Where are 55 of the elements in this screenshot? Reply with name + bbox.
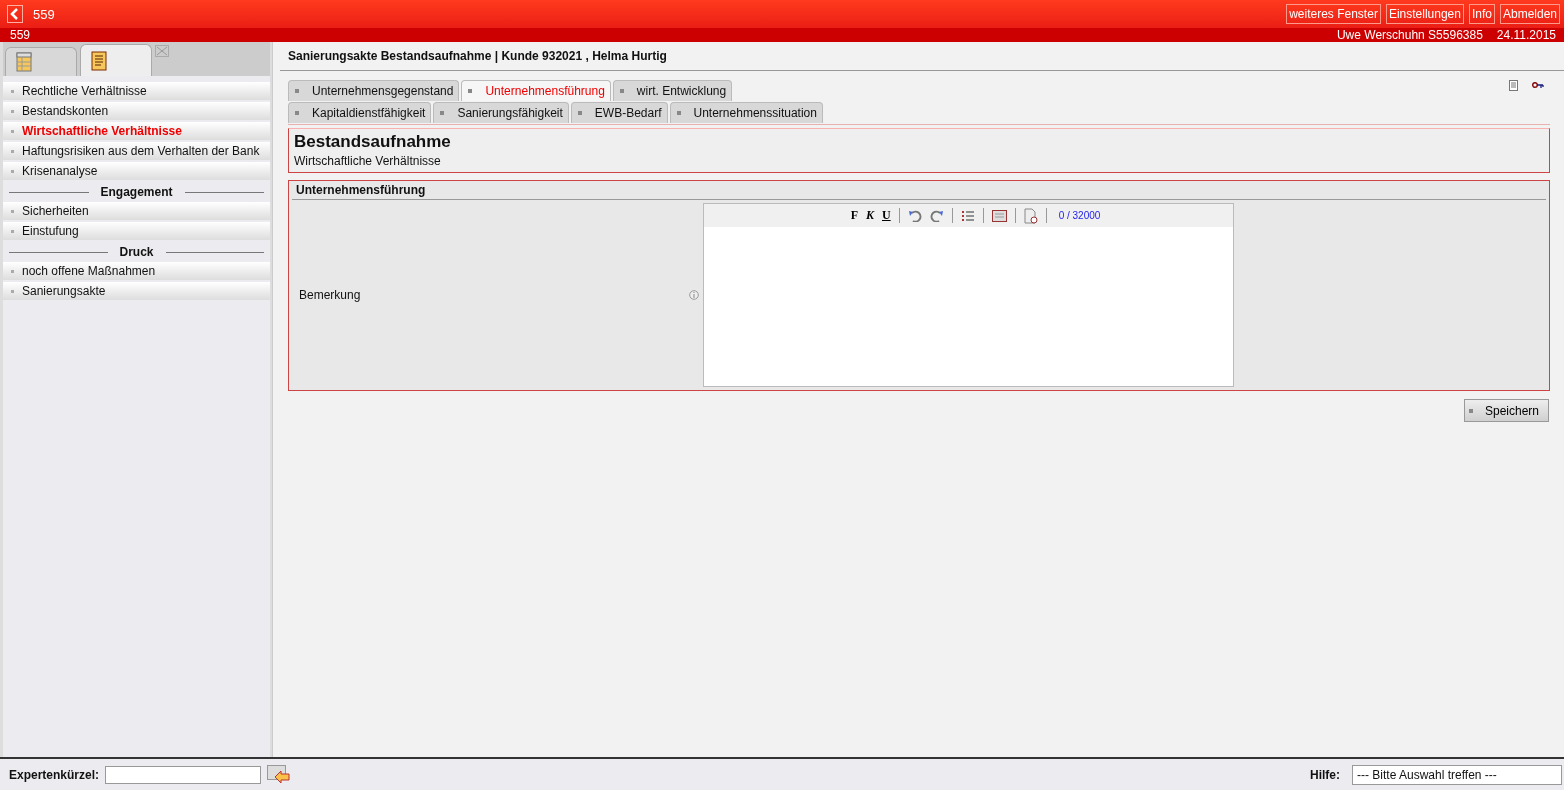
back-button[interactable] [7, 5, 23, 23]
sidebar-item[interactable]: noch offene Maßnahmen [3, 262, 270, 280]
chevron-left-icon [10, 8, 20, 20]
format-button[interactable]: K [865, 208, 874, 223]
sidebar-tab[interactable] [80, 44, 152, 76]
header-button[interactable]: Info [1468, 4, 1495, 24]
format-button[interactable]: U [882, 208, 891, 223]
window-subtitle: 559 [10, 28, 31, 42]
tab[interactable]: Unternehmenssituation [669, 102, 823, 123]
character-counter: 0 / 32000 [1058, 210, 1101, 221]
sidebar-section-title: Druck [119, 245, 154, 259]
input-field[interactable] [105, 765, 262, 784]
sidebar-item[interactable]: Einstufung [3, 222, 270, 240]
field-label: Bemerkung [299, 288, 361, 302]
list-icon[interactable] [960, 209, 975, 222]
subheading: Wirtschaftliche Verhältnisse [294, 154, 442, 168]
document-icon [91, 50, 107, 71]
format-button[interactable]: F [850, 208, 858, 223]
tab[interactable]: Kapitaldienstfähigkeit [288, 102, 432, 123]
tab[interactable]: EWB-Bedarf [570, 102, 668, 123]
header-button[interactable]: weiteres Fenster [1286, 4, 1381, 24]
tab[interactable]: wirt. Entwicklung [612, 80, 733, 101]
rich-text-editor[interactable]: F K U 0 / 32000 [703, 203, 1234, 387]
tab[interactable]: Sanierungsfähigkeit [433, 102, 569, 123]
table-icon [16, 52, 32, 72]
page-title: Sanierungsakte Bestandsaufnahme | Kunde 932021 , Helma Hurtig [280, 42, 1564, 71]
tab[interactable]: Unternehmensgegenstand [288, 80, 460, 101]
date-text: 24.11.2015 [1496, 28, 1556, 42]
field-label: Expertenkürzel: [9, 767, 100, 782]
arrow-icon[interactable] [267, 764, 292, 785]
sidebar-item[interactable]: Rechtliche Verhältnisse [3, 82, 270, 100]
section-title: Unternehmensführung [292, 181, 1546, 200]
help-dropdown[interactable]: --- Bitte Auswahl treffen --- [1352, 764, 1562, 785]
user-name: Uwe Werschuhn S5596385 [1336, 28, 1483, 42]
undo-icon[interactable] [907, 209, 922, 222]
page-icon[interactable] [1023, 207, 1038, 224]
sidebar-item[interactable]: Haftungsrisiken aus dem Verhalten der Bank [3, 142, 270, 160]
key-icon[interactable] [1532, 82, 1544, 89]
document-icon[interactable] [1509, 80, 1518, 91]
window-title: 559 [33, 6, 55, 22]
info-icon[interactable] [689, 290, 699, 300]
sidebar-item[interactable]: Wirtschaftliche Verhältnisse [3, 122, 270, 140]
sidebar-item[interactable]: Sanierungsakte [3, 282, 270, 300]
window-icon[interactable] [991, 209, 1007, 222]
heading: Bestandsaufnahme [294, 132, 452, 152]
sidebar-item[interactable]: Krisenanalyse [3, 162, 270, 180]
header-button[interactable]: Einstellungen [1385, 4, 1464, 24]
redo-icon[interactable] [929, 209, 944, 222]
sidebar-item[interactable]: Bestandskonten [3, 102, 270, 120]
tab[interactable]: Unternehmensführung [461, 80, 611, 101]
sidebar-section-title: Engagement [100, 185, 173, 199]
help-label: Hilfe: [1310, 767, 1340, 782]
header-button[interactable]: Abmelden [1499, 4, 1560, 24]
sidebar-item[interactable]: Sicherheiten [3, 202, 270, 220]
save-button[interactable]: Speichern [1463, 399, 1549, 422]
